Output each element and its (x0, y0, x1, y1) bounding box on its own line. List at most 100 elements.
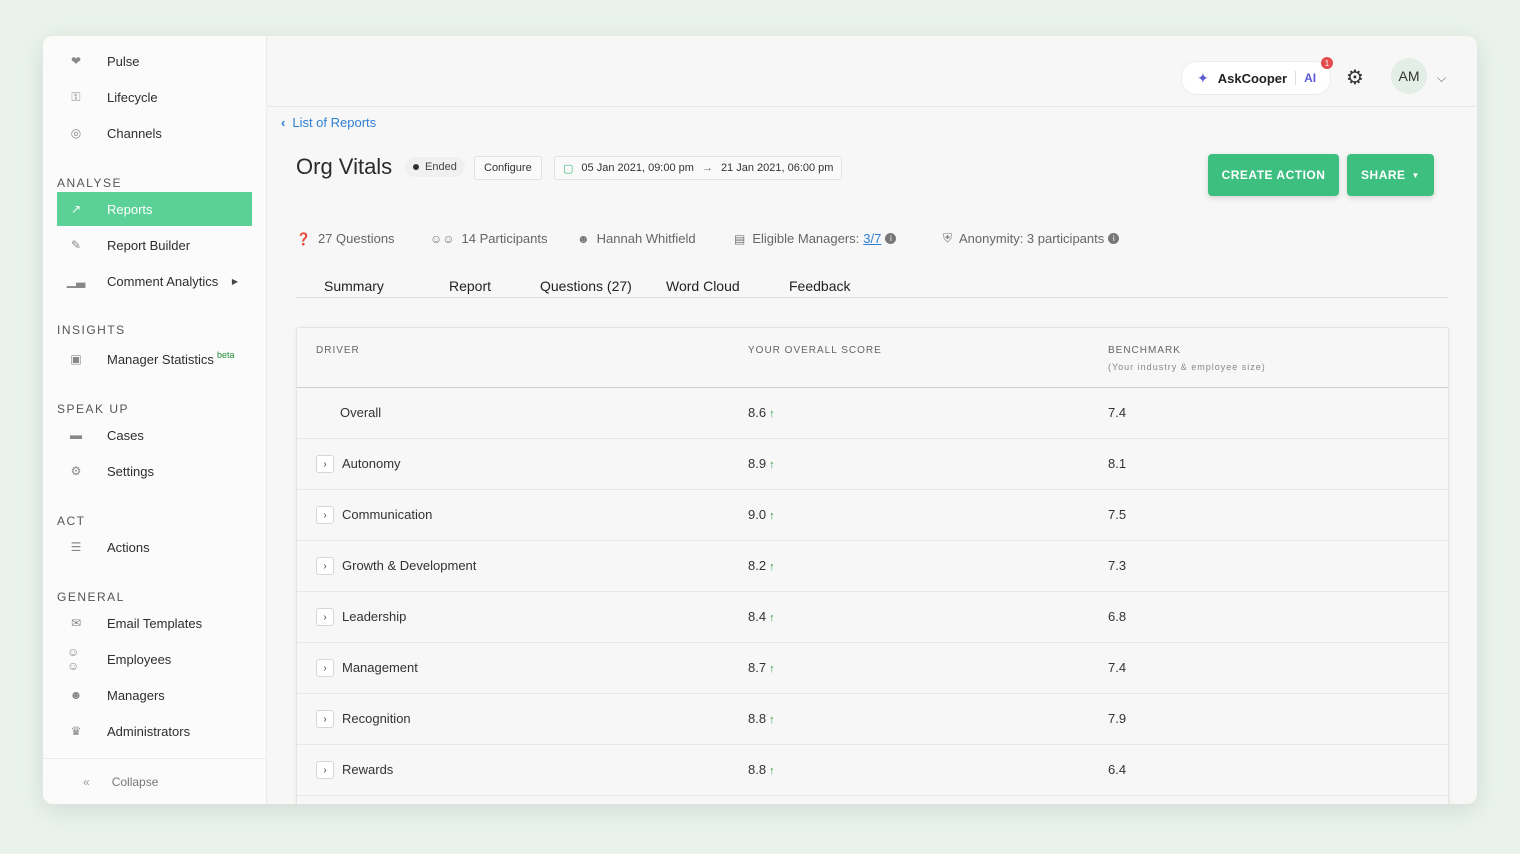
tab-feedback[interactable]: Feedback (789, 278, 850, 294)
users-icon: ☺☺ (67, 645, 80, 673)
page-title: Org Vitals (296, 154, 393, 179)
status-badge: Ended (405, 157, 465, 177)
score-cell: 8.6 ↑ (748, 405, 775, 420)
meta-owner: ☻ Hannah Whitfield (577, 231, 696, 246)
shield-icon: ⛨ (943, 231, 953, 245)
meta-eligible-managers: ▤ Eligible Managers: 3/7 i (734, 231, 897, 246)
tab-summary[interactable]: Summary (324, 278, 384, 294)
share-button[interactable]: SHARE ▼ (1347, 154, 1434, 196)
askcooper-button[interactable]: ✦ AskCooper AI (1181, 61, 1331, 95)
expand-row-button[interactable]: › (316, 659, 334, 677)
caret-right-icon: ▶ (231, 276, 238, 286)
breadcrumb-label: List of Reports (292, 115, 377, 130)
create-action-button[interactable]: CREATE ACTION (1208, 154, 1339, 196)
score-value: 8.7 (748, 660, 767, 675)
divider (1295, 71, 1297, 85)
expand-row-button[interactable]: › (316, 710, 334, 728)
question-icon: ❓ (296, 231, 311, 246)
table-row: › Leadership 8.4 ↑ 6.8 (297, 592, 1448, 643)
sidebar-item-lifecycle[interactable]: ⚿ Lifecycle (57, 80, 252, 114)
score-value: 8.8 (748, 762, 767, 777)
table-row: › Growth & Development 8.2 ↑ 7.3 (297, 541, 1448, 592)
sidebar-item-email-templates[interactable]: ✉ Email Templates (57, 606, 252, 640)
expand-row-button[interactable]: › (316, 608, 334, 626)
sidebar-item-report-builder[interactable]: ✎ Report Builder (57, 228, 252, 262)
info-icon[interactable]: i (1108, 233, 1120, 244)
column-header-benchmark-sub: (Your industry & employee size) (1108, 362, 1266, 372)
section-label-insights: INSIGHTS (57, 323, 126, 337)
score-cell: 8.9 ↑ (748, 456, 775, 471)
sidebar-item-employees[interactable]: ☺☺ Employees (57, 642, 252, 676)
meta-participants-label: 14 Participants (461, 231, 548, 246)
sidebar-item-label: Comment Analytics (107, 273, 219, 289)
sidebar-item-actions[interactable]: ☰ Actions (57, 530, 252, 564)
sidebar-item-label: Channels (107, 125, 162, 141)
sidebar-item-label: Pulse (107, 53, 140, 69)
score-cell: 9.0 ↑ (748, 507, 775, 522)
eligible-managers-link[interactable]: 3/7 (863, 231, 881, 246)
meta-owner-label: Hannah Whitfield (596, 231, 696, 246)
table-header: DRIVER YOUR OVERALL SCORE BENCHMARK (You… (297, 328, 1448, 388)
sidebar-item-comment-analytics[interactable]: ▁▃ Comment Analytics ▶ (57, 264, 252, 298)
arrow-up-icon: ↑ (769, 612, 775, 624)
sidebar-item-label: Lifecycle (107, 89, 158, 105)
benchmark-value: 7.3 (1108, 558, 1127, 573)
tab-word-cloud[interactable]: Word Cloud (666, 278, 740, 294)
score-value: 8.8 (748, 711, 767, 726)
askcooper-label: AskCooper (1217, 70, 1288, 86)
section-label-act: ACT (57, 514, 86, 528)
sidebar-item-cases[interactable]: ▬ Cases (57, 418, 252, 452)
column-header-benchmark: BENCHMARK (1108, 345, 1181, 356)
info-icon[interactable]: i (885, 233, 897, 244)
sidebar-item-administrators[interactable]: ♛ Administrators (57, 714, 252, 748)
chevron-down-icon[interactable]: ⌵ (1437, 71, 1446, 86)
sidebar-item-settings[interactable]: ⚙ Settings (57, 454, 252, 488)
meta-eligible-managers-label: Eligible Managers: (752, 231, 860, 246)
collapse-button[interactable]: « Collapse (43, 758, 266, 804)
sidebar-item-managers[interactable]: ☻ Managers (57, 678, 252, 712)
chart-line-icon: ↗ (70, 202, 82, 216)
benchmark-value: 7.5 (1108, 507, 1127, 522)
status-label: Ended (425, 161, 457, 173)
expand-row-button[interactable]: › (316, 761, 334, 779)
benchmark-value: 7.9 (1108, 711, 1127, 726)
users-icon: ☺☺ (430, 231, 455, 246)
collapse-label: Collapse (111, 775, 159, 789)
configure-button[interactable]: Configure (474, 156, 542, 180)
breadcrumb[interactable]: ‹ List of Reports (281, 115, 376, 130)
avatar[interactable]: AM (1391, 58, 1427, 94)
expand-row-button[interactable]: › (316, 506, 334, 524)
caret-down-icon: ▼ (1411, 170, 1420, 180)
arrow-up-icon: ↑ (769, 663, 775, 675)
double-chevron-left-icon: « (83, 775, 90, 789)
sidebar-item-label: Reports (107, 201, 153, 217)
driver-name: Overall (340, 405, 382, 420)
email-icon: ✉ (70, 616, 82, 630)
calendar-icon: ▢ (563, 162, 574, 175)
gear-icon[interactable]: ⚙ (1344, 66, 1366, 89)
bar-chart-icon: ▁▃ (66, 274, 86, 288)
table-row: › Rewards 8.8 ↑ 6.4 (297, 745, 1448, 796)
key-icon: ⚿ (71, 89, 81, 104)
benchmark-value: 6.4 (1108, 762, 1127, 777)
sidebar-item-manager-statistics[interactable]: ▣ Manager Statistics beta (57, 342, 252, 376)
sidebar-item-channels[interactable]: ◎ Channels (57, 116, 252, 150)
sidebar-item-pulse[interactable]: ❤ Pulse (57, 44, 252, 78)
sparkle-icon: ✦ (1197, 69, 1209, 86)
sidebar-item-label: Manager Statistics (107, 351, 214, 367)
topbar: ✦ AskCooper AI 1 ⚙ AM ⌵ (267, 36, 1477, 107)
beta-badge: beta (216, 350, 235, 360)
expand-row-button[interactable]: › (316, 557, 334, 575)
table-row: › Communication 9.0 ↑ 7.5 (297, 490, 1448, 541)
tab-report[interactable]: Report (449, 278, 491, 294)
driver-name: Communication (342, 507, 433, 522)
sidebar-item-label: Employees (107, 651, 172, 667)
gear-icon: ⚙ (70, 464, 82, 478)
driver-name: Management (342, 660, 418, 675)
section-label-speak-up: SPEAK UP (57, 402, 130, 416)
app-window: ❤ Pulse ⚿ Lifecycle ◎ Channels ANALYSE ↗… (43, 36, 1477, 804)
column-header-driver: DRIVER (316, 345, 360, 356)
expand-row-button[interactable]: › (316, 455, 334, 473)
tab-questions[interactable]: Questions (27) (540, 278, 632, 294)
sidebar-item-reports[interactable]: ↗ Reports (57, 192, 252, 226)
